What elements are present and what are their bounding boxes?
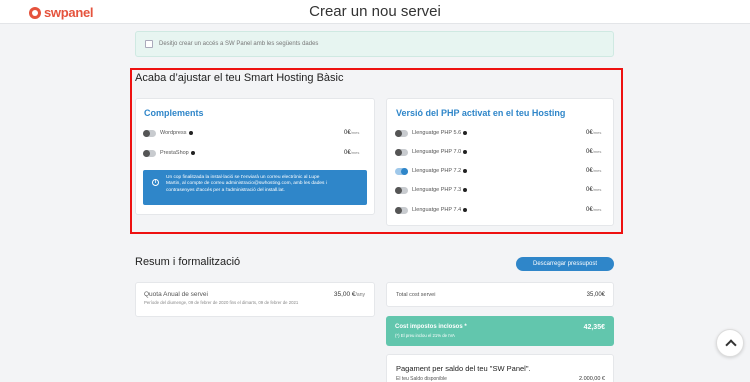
php-label: Llenguatge PHP 7.2 xyxy=(412,168,462,174)
tax-label: Cost impostos inclosos * xyxy=(395,324,467,330)
php-price: 0€/mes xyxy=(586,168,602,174)
download-quote-button[interactable]: Descarregar pressupost xyxy=(516,257,614,271)
quota-period: Període del diumenge, 09 de febrer de 20… xyxy=(144,300,299,305)
tax-value: 42,35€ xyxy=(583,324,605,331)
quota-price: 35,00 €/any xyxy=(333,291,365,298)
info-icon[interactable] xyxy=(190,151,195,155)
php-toggle[interactable] xyxy=(395,129,408,137)
php-label: Llenguatge PHP 7.3 xyxy=(412,187,462,193)
adjust-heading: Acaba d’ajustar el teu Smart Hosting Bàs… xyxy=(135,72,344,84)
php-toggle[interactable] xyxy=(395,206,408,214)
info-icon[interactable] xyxy=(463,131,468,135)
payment-card: Pagament per saldo del teu "SW Panel". E… xyxy=(386,354,614,382)
php-label: Llenguatge PHP 7.0 xyxy=(412,149,462,155)
php-title: Versió del PHP activat en el teu Hosting xyxy=(396,108,566,118)
balance-value: 2.000,00 € xyxy=(579,376,605,382)
php-price: 0€/mes xyxy=(586,149,602,155)
access-checkbox[interactable] xyxy=(145,40,153,48)
info-icon[interactable] xyxy=(463,169,468,173)
php-price: 0€/mes xyxy=(586,130,602,136)
page-title: Crear un nou servei xyxy=(309,3,441,20)
php-toggle[interactable] xyxy=(395,167,408,175)
php-label: Llenguatge PHP 5.6 xyxy=(412,130,462,136)
info-icon[interactable] xyxy=(188,131,193,135)
info-circle-icon: i xyxy=(152,179,159,186)
access-checkbox-label: Desitjo crear un accés a SW Panel amb le… xyxy=(159,41,319,47)
php-price: 0€/mes xyxy=(586,187,602,193)
info-icon[interactable] xyxy=(463,150,468,154)
prestashop-label: PrestaShop xyxy=(160,150,189,156)
summary-heading: Resum i formalització xyxy=(135,256,241,268)
quota-title: Quota Anual de servei xyxy=(144,291,208,298)
php-label: Llenguatge PHP 7.4 xyxy=(412,207,462,213)
info-icon[interactable] xyxy=(463,208,468,212)
balance-label: El teu Saldo disponible xyxy=(396,376,447,382)
tax-card: Cost impostos inclosos * 42,35€ (*) El p… xyxy=(386,316,614,346)
tax-note: (*) El preu inclou el 21% de IVA xyxy=(395,333,455,338)
php-row: Llenguatge PHP 7.2 xyxy=(395,166,468,176)
complement-row-prestashop: PrestaShop xyxy=(143,148,195,158)
complement-row-wordpress: Wordpress xyxy=(143,128,193,138)
info-icon[interactable] xyxy=(463,188,468,192)
total-value: 35,00€ xyxy=(586,292,605,298)
php-row: Llenguatge PHP 5.6 xyxy=(395,128,468,138)
top-bar: swpanel Crear un nou servei xyxy=(0,0,750,24)
payment-title: Pagament per saldo del teu "SW Panel". xyxy=(396,364,531,373)
quota-card: Quota Anual de servei 35,00 €/any Períod… xyxy=(135,282,375,317)
access-info-box: Desitjo crear un accés a SW Panel amb le… xyxy=(135,31,614,57)
php-row: Llenguatge PHP 7.3 xyxy=(395,185,468,195)
notice-line: contrasenyes d'accés per a l'administrac… xyxy=(166,187,285,193)
php-toggle[interactable] xyxy=(395,186,408,194)
php-price: 0€/mes xyxy=(586,207,602,213)
wordpress-toggle[interactable] xyxy=(143,129,156,137)
php-toggle[interactable] xyxy=(395,148,408,156)
complements-title: Complements xyxy=(144,108,204,118)
wordpress-label: Wordpress xyxy=(160,130,187,136)
wordpress-price: 0€/mes xyxy=(344,130,360,136)
scroll-to-top-button[interactable] xyxy=(716,329,744,357)
prestashop-price: 0€/mes xyxy=(344,150,360,156)
total-label: Total cost servei xyxy=(396,292,436,298)
php-row: Llenguatge PHP 7.0 xyxy=(395,147,468,157)
php-row: Llenguatge PHP 7.4 xyxy=(395,205,468,215)
prestashop-toggle[interactable] xyxy=(143,149,156,157)
total-cost-card: Total cost servei 35,00€ xyxy=(386,282,614,307)
install-notice: i Un cop finalitzada la instal·lació se … xyxy=(143,170,367,205)
